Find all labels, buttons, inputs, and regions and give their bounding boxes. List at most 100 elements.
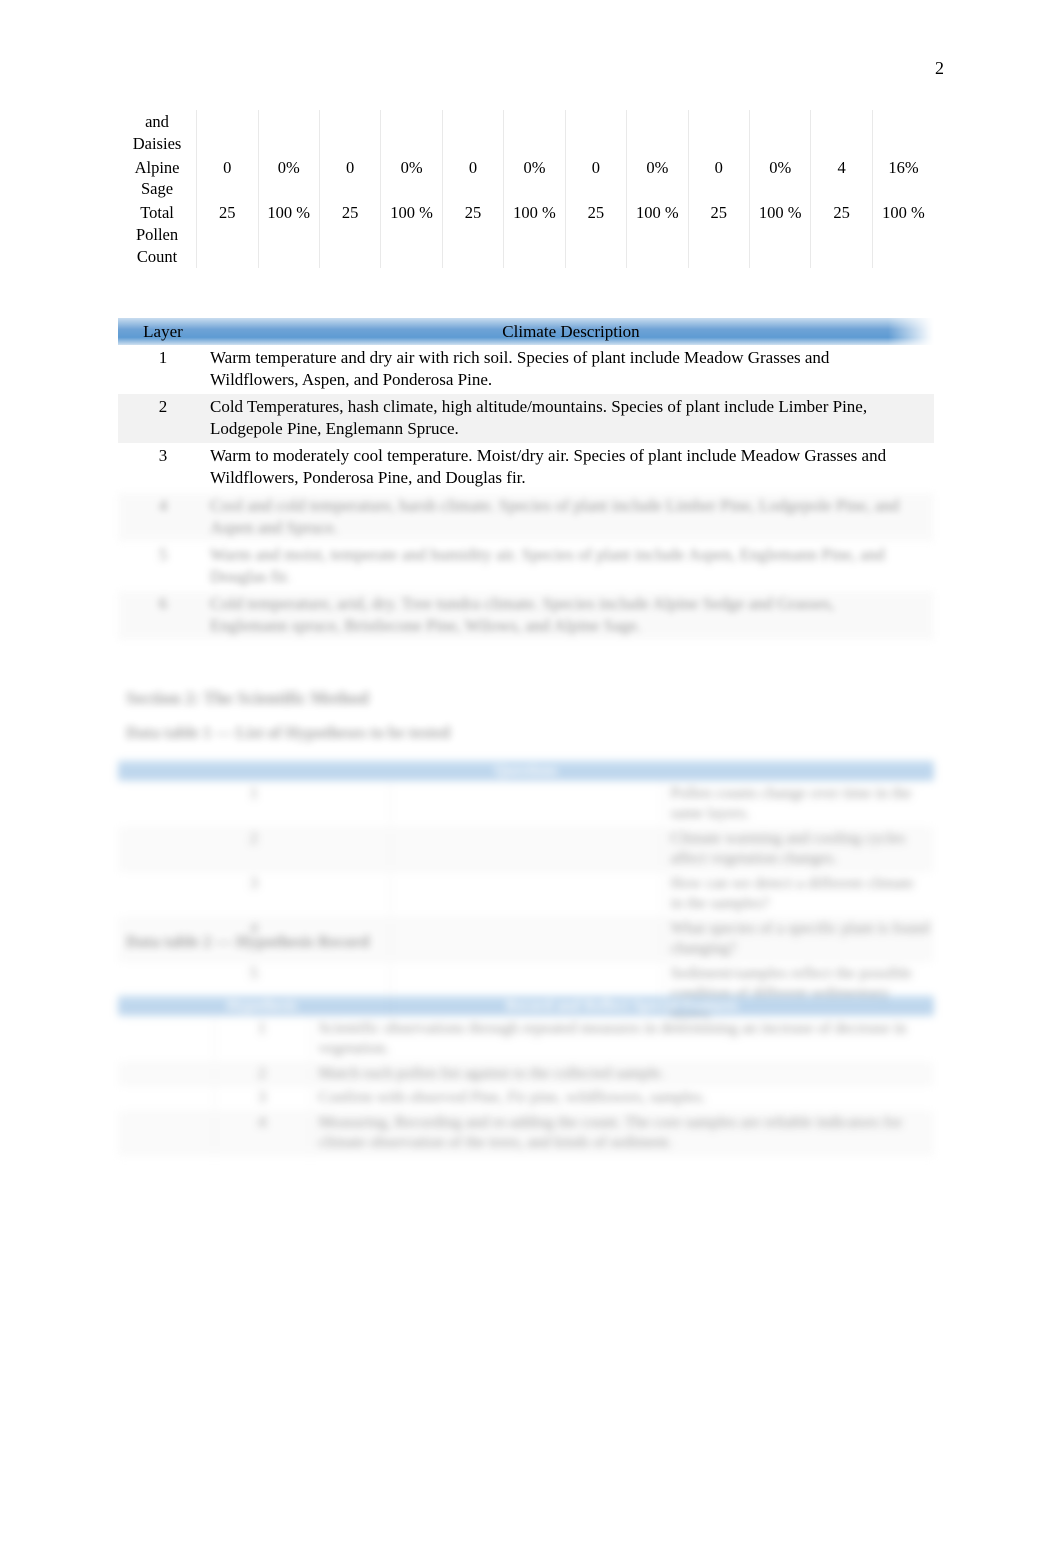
table-row: 3 How can we detect a different climate …	[118, 871, 934, 917]
layer-number: 4	[118, 492, 208, 542]
pollen-cell: 25	[564, 201, 628, 269]
pollen-cell: 4	[810, 155, 873, 202]
table-row: 6 Cold temperature, arid, dry. Tree tund…	[118, 590, 934, 641]
hypothesis-number: 1	[214, 1017, 311, 1062]
pollen-cell	[196, 110, 259, 156]
pollen-cell	[564, 110, 628, 156]
table-row: 4 Cool and cold temperature, harsh clima…	[118, 492, 934, 542]
layer-number: 1	[118, 345, 208, 395]
column-header-hypothesis: Hypothesis	[214, 995, 310, 1017]
pollen-cell	[380, 110, 443, 156]
pollen-cell: 0	[196, 155, 259, 202]
pollen-cell: 25	[318, 201, 382, 269]
question-mark	[390, 871, 663, 917]
document-page: 2 and Daisies Alpine Sage 0 0% 0 0% 0 0%…	[0, 0, 1062, 1561]
climate-description: Warm temperature and dry air with rich s…	[208, 345, 934, 395]
question-number: 3	[118, 871, 391, 917]
pollen-cell	[871, 110, 934, 156]
pollen-row-label: Alpine Sage	[118, 155, 198, 202]
pollen-row-label: Total Pollen Count	[118, 201, 198, 269]
pollen-cell: 100 %	[503, 201, 566, 269]
hypothesis-text: Scientific observations through repeated…	[310, 1017, 934, 1062]
pollen-cell: 100 %	[257, 201, 320, 269]
table-row: 3 Confirm with observed Pine, Fir pine, …	[118, 1086, 934, 1111]
table-row: 5 Warm and moist, temperate and humidity…	[118, 541, 934, 591]
climate-description: Cold temperature, arid, dry. Tree tundra…	[208, 590, 934, 641]
column-header-climate-description: Climate Description	[208, 318, 934, 345]
pollen-cell: 0%	[503, 155, 566, 202]
pollen-cell: 100 %	[380, 201, 443, 269]
pollen-cell: 100 %	[748, 201, 812, 269]
pollen-cell	[318, 110, 382, 156]
question-text: Climate warming and cooling cycles affec…	[662, 826, 934, 872]
hypothesis-number: 2	[214, 1061, 311, 1087]
table-row: Alpine Sage 0 0% 0 0% 0 0% 0 0% 0 0% 4 1…	[118, 155, 934, 202]
table-row: and Daisies	[118, 110, 934, 156]
column-header-layer: Layer	[118, 318, 208, 345]
hypothesis-text: Measuring, Recording and re-adding the c…	[310, 1110, 934, 1156]
pollen-cell: 0%	[626, 155, 689, 202]
hypothesis-blank	[118, 1061, 215, 1087]
pollen-cell: 0%	[748, 155, 812, 202]
pollen-row-label: and Daisies	[118, 110, 198, 156]
hypothesis-blank	[118, 1110, 215, 1156]
table-header-row: Questions	[118, 760, 934, 782]
question-mark	[390, 916, 663, 962]
pollen-cell	[257, 110, 320, 156]
table-row: 2 Climate warming and cooling cycles aff…	[118, 826, 934, 872]
climate-description: Cold Temperatures, hash climate, high al…	[208, 394, 934, 444]
pollen-cell: 0%	[380, 155, 443, 202]
pollen-cell: 16%	[871, 155, 934, 202]
table-row: Total Pollen Count 25 100 % 25 100 % 25 …	[118, 201, 934, 269]
pollen-cell: 100 %	[626, 201, 689, 269]
table-row: 3 Warm to moderately cool temperature. M…	[118, 443, 934, 493]
hypothesis-number: 4	[214, 1110, 311, 1156]
pollen-cell	[810, 110, 873, 156]
pollen-cell: 0	[441, 155, 505, 202]
pollen-cell: 0	[318, 155, 382, 202]
table-row: 2 Match each pollen list against to the …	[118, 1061, 934, 1087]
pollen-cell: 25	[441, 201, 505, 269]
layer-number: 5	[118, 541, 208, 591]
hypothesis-text: Match each pollen list against to the co…	[310, 1061, 934, 1087]
pollen-cell	[748, 110, 812, 156]
hypothesis-blank	[118, 1086, 215, 1111]
table-header-row: Hypothesis Record and Reflect Special Fe…	[118, 995, 934, 1017]
question-mark	[390, 826, 663, 872]
pollen-cell	[503, 110, 566, 156]
column-header-questions: Questions	[118, 760, 934, 782]
layer-number: 2	[118, 394, 208, 444]
pollen-cell	[687, 110, 751, 156]
climate-description: Warm and moist, temperate and humidity a…	[208, 541, 934, 591]
pollen-cell: 25	[196, 201, 259, 269]
hypothesis-record-table: Hypothesis Record and Reflect Special Fe…	[118, 995, 934, 1156]
pollen-count-table: and Daisies Alpine Sage 0 0% 0 0% 0 0% 0…	[118, 110, 934, 269]
caption-questions-table: Data table 1 — List of Hypotheses to be …	[126, 723, 451, 742]
hypothesis-number: 3	[214, 1086, 311, 1111]
pollen-cell	[626, 110, 689, 156]
pollen-cell: 25	[687, 201, 751, 269]
column-header-blank	[118, 995, 214, 1017]
question-text: Pollen counts change over time in the sa…	[662, 782, 934, 827]
section-heading: Section 2: The Scientific Method	[126, 688, 369, 708]
questions-table: Questions 1 Pollen counts change over ti…	[118, 760, 934, 1028]
table-header-row: Layer Climate Description	[118, 318, 934, 345]
pollen-cell: 25	[810, 201, 873, 269]
hypothesis-blank	[118, 1017, 215, 1062]
question-number: 2	[118, 826, 391, 872]
pollen-cell: 0	[564, 155, 628, 202]
climate-description-table: Layer Climate Description 1 Warm tempera…	[118, 318, 934, 641]
question-text: How can we detect a different climate in…	[662, 871, 934, 917]
table-row: 1 Scientific observations through repeat…	[118, 1017, 934, 1062]
question-text: What species of a specific plant is foun…	[662, 916, 934, 962]
question-number: 1	[118, 782, 391, 827]
layer-number: 3	[118, 443, 208, 493]
pollen-cell: 0%	[257, 155, 320, 202]
page-number: 2	[935, 58, 944, 78]
hypothesis-text: Confirm with observed Pine, Fir pine, wi…	[310, 1086, 934, 1111]
layer-number: 6	[118, 590, 208, 641]
table-row: 2 Cold Temperatures, hash climate, high …	[118, 394, 934, 444]
caption-hypothesis-table: Data table 2 — Hypothesis Record	[126, 932, 370, 951]
table-row: 1 Warm temperature and dry air with rich…	[118, 345, 934, 395]
climate-description: Cool and cold temperature, harsh climate…	[208, 492, 934, 542]
